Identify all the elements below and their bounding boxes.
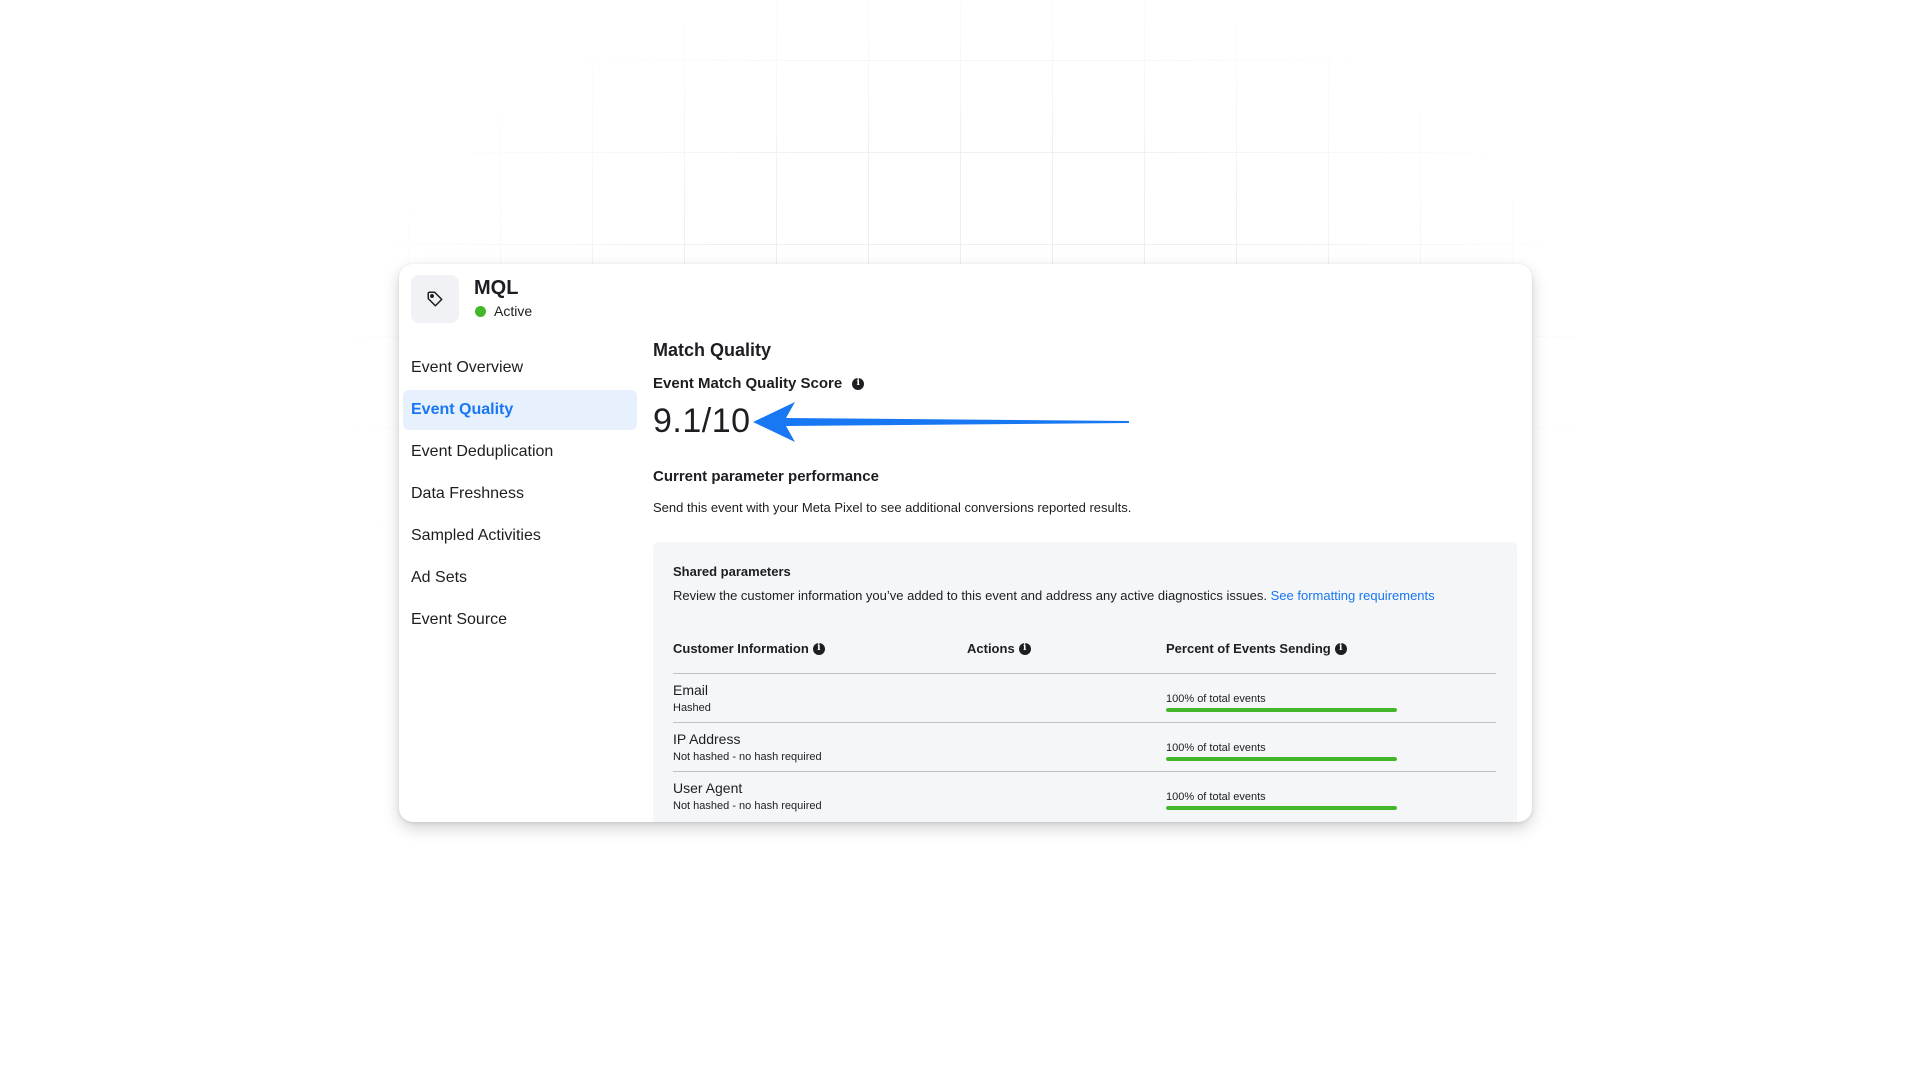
column-header-label: Customer Information: [673, 641, 809, 656]
info-icon[interactable]: i: [852, 377, 865, 390]
table-divider: [673, 722, 1496, 723]
column-header-actions: Actions i: [967, 641, 1031, 656]
info-icon[interactable]: i: [1018, 642, 1031, 655]
arrow-annotation-icon: [753, 402, 1129, 442]
row-name: IP Address: [673, 731, 741, 747]
event-title: MQL: [474, 277, 519, 299]
status-dot: [475, 305, 486, 317]
row-name: User Agent: [673, 780, 743, 796]
formatting-requirements-link[interactable]: See formatting requirements: [1271, 588, 1435, 603]
progress-bar-fill: [1166, 708, 1397, 712]
row-percent-label: 100% of total events: [1166, 693, 1266, 705]
column-header-label: Percent of Events Sending: [1166, 641, 1331, 656]
row-percent-label: 100% of total events: [1166, 791, 1266, 803]
progress-bar-fill: [1166, 806, 1397, 810]
perf-desc: Send this event with your Meta Pixel to …: [653, 500, 1132, 515]
panel-desc-text: Review the customer information you’ve a…: [673, 588, 1267, 603]
event-icon-box: [411, 275, 459, 323]
sidebar-item-sampled-activities[interactable]: Sampled Activities: [403, 516, 637, 556]
sidebar-item-ad-sets[interactable]: Ad Sets: [403, 558, 637, 598]
sidebar-item-event-overview[interactable]: Event Overview: [403, 348, 637, 388]
status-indicator: Active: [474, 303, 532, 319]
progress-bar: [1166, 757, 1397, 761]
row-percent-label: 100% of total events: [1166, 742, 1266, 754]
table-divider: [673, 673, 1496, 674]
emq-label-text: Event Match Quality Score: [653, 375, 843, 392]
column-header-customer-information: Customer Information i: [673, 641, 825, 656]
tag-icon: [427, 291, 443, 307]
status-text: Active: [494, 303, 533, 319]
sidebar-item-data-freshness[interactable]: Data Freshness: [403, 474, 637, 514]
column-header-percent-events: Percent of Events Sending i: [1166, 641, 1347, 656]
row-name: Email: [673, 682, 709, 698]
table-divider: [673, 771, 1496, 772]
sidebar-nav: Event Overview Event Quality Event Dedup…: [403, 348, 637, 642]
shared-parameters-panel: Shared parameters Review the customer in…: [653, 542, 1517, 822]
info-icon[interactable]: i: [1334, 642, 1347, 655]
row-sub: Hashed: [673, 702, 711, 714]
row-sub: Not hashed - no hash required: [673, 751, 822, 763]
column-header-label: Actions: [967, 641, 1015, 656]
sidebar-item-event-deduplication[interactable]: Event Deduplication: [403, 432, 637, 472]
perf-title: Current parameter performance: [653, 468, 879, 485]
section-title: Match Quality: [653, 340, 772, 360]
event-details-card: MQL Active Event Overview Event Quality …: [399, 264, 1532, 822]
row-sub: Not hashed - no hash required: [673, 800, 822, 812]
emq-label: Event Match Quality Score i: [653, 375, 865, 392]
panel-title: Shared parameters: [673, 564, 791, 579]
info-icon[interactable]: i: [812, 642, 825, 655]
sidebar-item-event-source[interactable]: Event Source: [403, 600, 637, 640]
sidebar-item-event-quality[interactable]: Event Quality: [403, 390, 637, 430]
emq-score: 9.1/10: [653, 402, 751, 440]
progress-bar-fill: [1166, 757, 1397, 761]
progress-bar: [1166, 708, 1397, 712]
progress-bar: [1166, 806, 1397, 810]
panel-desc: Review the customer information you’ve a…: [673, 588, 1435, 603]
